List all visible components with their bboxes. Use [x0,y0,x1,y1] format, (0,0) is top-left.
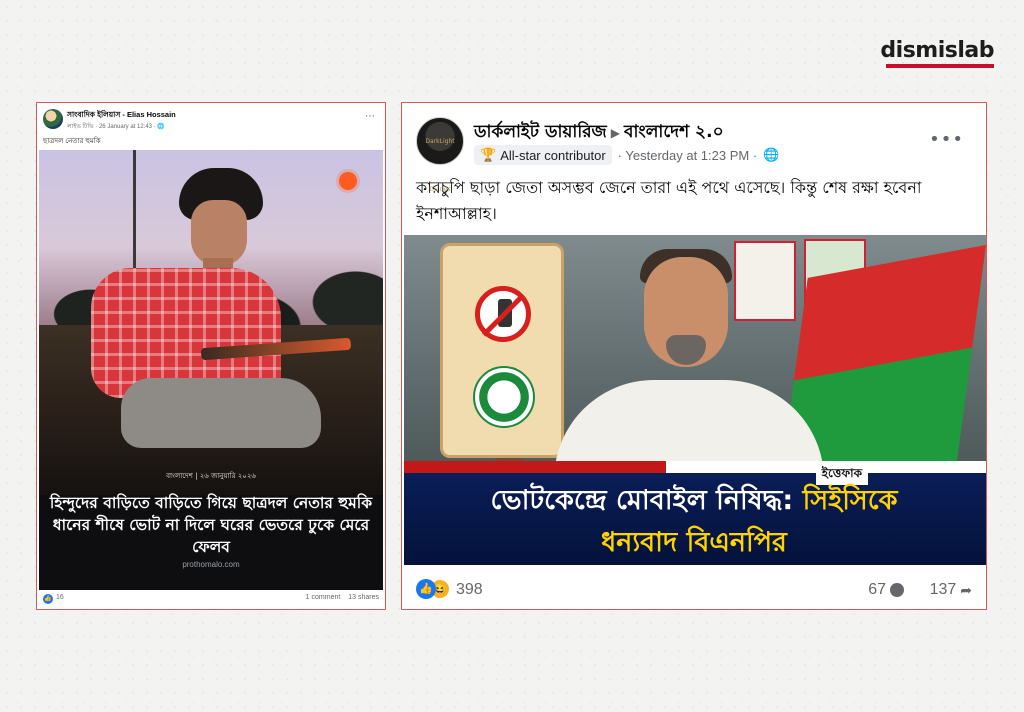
post-stats: 1 comment 13 shares [300,594,379,601]
person-illustration [51,168,352,468]
globe-icon: 🌐 [763,147,780,162]
post-meta: 🏆 All-star contributor · Yesterday at 1:2… [474,145,779,165]
more-options-icon[interactable]: ⋯ [365,111,375,122]
like-icon[interactable]: 👍 [43,594,53,604]
image-date-line: বাংলাদেশ | ২৬ জানুয়ারি ২০২৬ [166,472,256,480]
more-options-icon[interactable]: ••• [929,129,964,150]
post-meta: লাইভ টিভি · 26 January at 12:43 · 🌐 [67,124,165,130]
left-post-header: সাংবাদিক ইলিয়াস - Elias Hossain লাইভ টি… [37,103,385,137]
avatar[interactable] [43,109,63,129]
banner-headline-line2: ধন্যবাদ বিএনপির [601,527,787,558]
trophy-icon: 🏆 [480,147,497,162]
page-name[interactable]: ডার্কলাইট ডায়ারিজ [474,122,607,142]
image-scroll [440,243,564,458]
brand-logo: dismislab [880,38,994,63]
share-arrow-icon: ➦ [960,581,972,598]
avatar[interactable]: DarkLight Diaries [416,117,464,193]
election-commission-seal-icon [473,366,535,428]
banner-headline-line1: ভোটকেন্দ্রে মোবাইল নিষিদ্ধ: সিইসিকে [490,485,898,516]
comment-count[interactable]: 1 comment [306,594,341,601]
post-caption: ছাত্রদল নেতার হুমকি [43,138,101,145]
image-poster [734,241,796,321]
badge-label: All-star contributor [500,147,606,163]
banner-stripe [404,461,986,473]
group-name[interactable]: বাংলাদেশ ২.০ [624,122,724,142]
comment-count[interactable]: 67 [868,581,904,599]
right-post-footer: 😆 👍 398 67 137 ➦ [402,569,986,609]
share-count[interactable]: 13 shares [348,594,379,601]
post-title: ডার্কলাইট ডায়ারিজ ▶ বাংলাদেশ ২.০ [474,119,724,147]
post-image[interactable]: বাংলাদেশ | ২৬ জানুয়ারি ২০২৬ হিন্দুদের ব… [39,150,383,590]
right-post-card: DarkLight Diaries ডার্কলাইট ডায়ারিজ ▶ বাং… [401,102,987,610]
image-headline: হিন্দুদের বাড়িতে বাড়িতে গিয়ে ছাত্রদল … [49,494,373,556]
like-reaction-icon[interactable]: 👍 [416,579,436,599]
post-text: কারচুপি ছাড়া জেতা অসম্ভব জেনে তারা এই প… [416,178,922,223]
contributor-badge[interactable]: 🏆 All-star contributor [474,145,612,165]
left-post-footer: 👍 16 1 comment 13 shares [37,589,385,609]
left-post-card: সাংবাদিক ইলিয়াস - Elias Hossain লাইভ টি… [36,102,386,610]
reaction-count[interactable]: 398 [456,581,483,599]
image-source: prothomalo.com [182,560,240,569]
comment-bubble-icon [890,583,904,597]
like-count[interactable]: 16 [56,594,64,601]
post-time[interactable]: · Yesterday at 1:23 PM · [618,148,758,163]
no-phone-icon [475,286,531,342]
brand-underline [886,64,994,68]
share-count[interactable]: 137 ➦ [930,581,972,599]
arrow-right-icon: ▶ [610,126,621,140]
